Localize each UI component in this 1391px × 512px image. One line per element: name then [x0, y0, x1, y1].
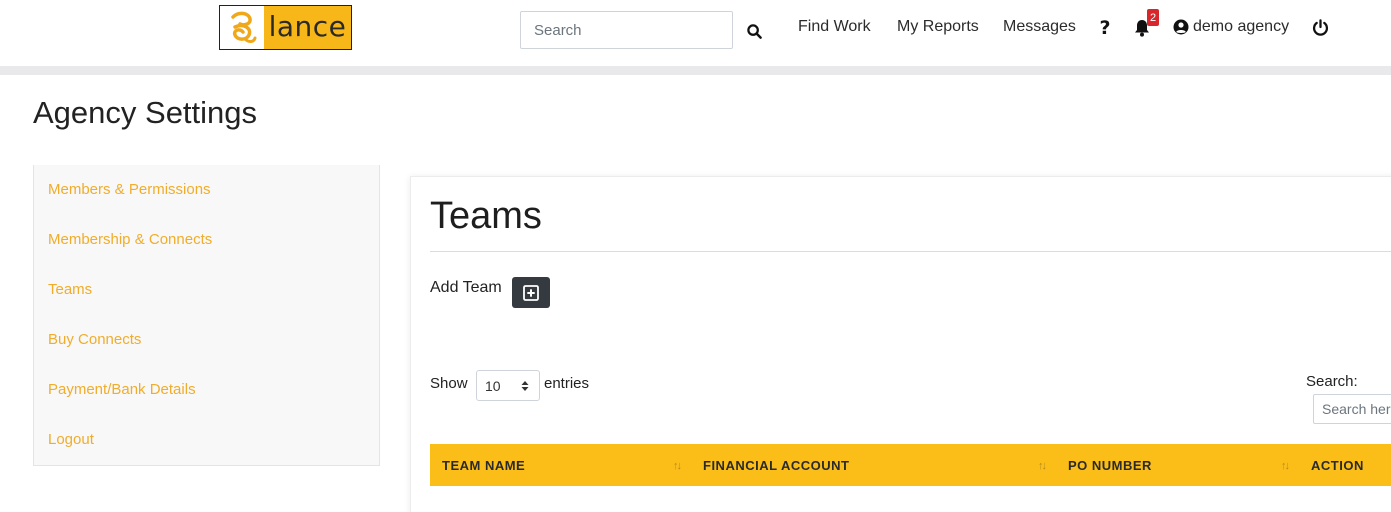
- settings-sidebar: Members & Permissions Membership & Conne…: [33, 165, 380, 466]
- table-search-label: Search:: [1306, 373, 1358, 390]
- nav-find-work[interactable]: Find Work: [798, 18, 871, 36]
- nav-messages[interactable]: Messages: [1003, 18, 1076, 36]
- user-menu[interactable]: demo agency: [1173, 18, 1289, 36]
- logo-mark-icon: [220, 6, 264, 49]
- entries-label: entries: [544, 375, 590, 392]
- column-header-action[interactable]: ACTION: [1311, 458, 1364, 473]
- sidebar-item-membership-connects[interactable]: Membership & Connects: [48, 231, 212, 248]
- notification-badge: 2: [1147, 9, 1159, 26]
- page-title: Agency Settings: [33, 95, 258, 130]
- column-header-team-name[interactable]: TEAM NAME: [442, 458, 525, 473]
- section-title: Teams: [430, 195, 542, 237]
- sidebar-item-logout[interactable]: Logout: [48, 431, 94, 448]
- user-name: demo agency: [1193, 18, 1290, 35]
- sort-icon[interactable]: ↑↓: [1281, 460, 1290, 472]
- search-icon[interactable]: [743, 20, 765, 42]
- nav-my-reports[interactable]: My Reports: [897, 18, 979, 36]
- table-header: TEAM NAME ↑↓ FINANCIAL ACCOUNT ↑↓ PO NUM…: [430, 444, 1391, 486]
- sidebar-item-buy-connects[interactable]: Buy Connects: [48, 331, 141, 348]
- select-arrows-icon: [521, 381, 529, 391]
- user-circle-icon: [1173, 19, 1189, 35]
- power-icon[interactable]: [1311, 18, 1330, 37]
- add-team-label: Add Team: [430, 279, 502, 296]
- sort-icon[interactable]: ↑↓: [1038, 460, 1047, 472]
- header-divider: [0, 66, 1391, 75]
- plus-square-icon: [523, 284, 539, 301]
- sort-icon[interactable]: ↑↓: [673, 460, 682, 472]
- sidebar-item-payment-bank-details[interactable]: Payment/Bank Details: [48, 381, 196, 398]
- column-header-financial-account[interactable]: FINANCIAL ACCOUNT: [703, 458, 849, 473]
- top-navbar: lance Find Work My Reports Messages ? 2 …: [0, 0, 1391, 66]
- search-input[interactable]: [520, 11, 733, 49]
- entries-value: 10: [485, 377, 501, 394]
- sidebar-item-teams[interactable]: Teams: [48, 281, 92, 298]
- show-label: Show: [430, 375, 468, 392]
- column-header-po-number[interactable]: PO NUMBER: [1068, 458, 1152, 473]
- title-divider: [430, 251, 1391, 252]
- entries-per-page-select[interactable]: 10: [476, 370, 540, 401]
- question-icon[interactable]: ?: [1096, 17, 1114, 39]
- add-team-button[interactable]: [512, 277, 550, 308]
- brand-logo[interactable]: lance: [219, 5, 352, 50]
- logo-wordmark: lance: [264, 6, 351, 49]
- table-search-input[interactable]: [1313, 394, 1391, 424]
- sidebar-item-members-permissions[interactable]: Members & Permissions: [48, 181, 211, 198]
